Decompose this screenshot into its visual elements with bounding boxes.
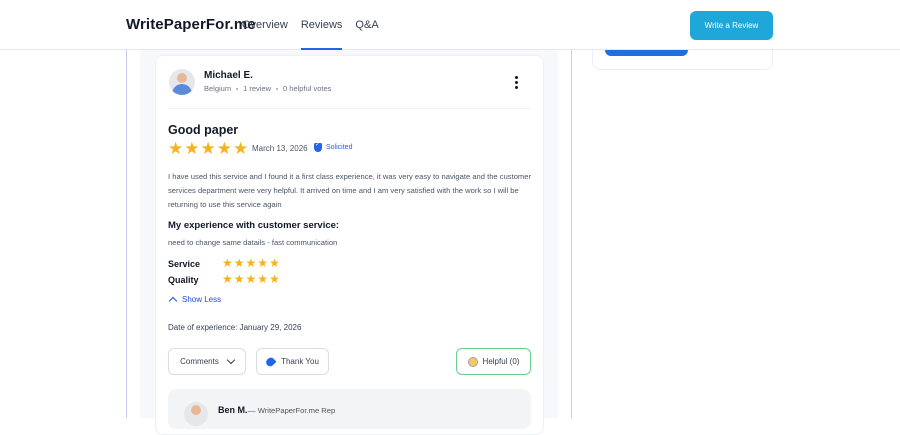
main-nav: Overview Reviews Q&A [242,19,392,50]
quality-rating-stars: ★ ★ ★ ★ ★ [222,272,280,286]
site-logo[interactable]: WritePaperFor.me [126,16,256,33]
heart-icon [264,355,277,368]
solicited-label: Solicited [326,144,353,151]
star-icon: ★ [168,139,184,159]
helpful-button[interactable]: Helpful (0) [456,348,531,375]
customer-service-title: My experience with customer service: [168,220,340,231]
reply-author-role: — WritePaperFor.me Rep [248,406,336,415]
customer-service-text: need to change same datails - fast commu… [168,238,338,247]
solicited-badge: Solicited [314,141,353,152]
separator-dot [236,87,239,90]
show-less-toggle[interactable]: Show Less [168,295,222,306]
reviewer-review-count: 1 review [243,84,272,93]
nav-overview[interactable]: Overview [242,19,288,50]
star-icon: ★ [257,256,269,270]
chevron-up-icon [168,296,178,306]
show-less-label: Show Less [182,295,222,304]
star-icon: ★ [269,256,280,270]
quality-rating-row: Quality ★ ★ ★ ★ ★ [168,272,280,286]
reviewer-meta: Belgium 1 review 0 helpful votes [204,84,331,93]
write-review-button[interactable]: Write a Review [690,11,773,40]
review-title: Good paper [168,123,239,137]
nav-qa[interactable]: Q&A [355,19,378,50]
review-date: March 13, 2026 [252,144,308,153]
comments-label: Comments [180,357,219,366]
star-icon: ★ [245,272,257,286]
column-divider-left [126,50,127,418]
thank-you-label: Thank You [281,357,319,366]
service-rating-row: Service ★ ★ ★ ★ ★ [168,256,280,270]
experience-date: Date of experience: January 29, 2026 [168,323,302,332]
top-header: WritePaperFor.me Overview Reviews Q&A Wr… [0,0,900,50]
shield-icon [314,141,322,152]
separator-dot [276,87,279,90]
reply-avatar [184,402,208,426]
comments-button[interactable]: Comments [168,348,246,375]
review-rating-stars: ★ ★ ★ ★ ★ [168,139,249,159]
quality-rating-label: Quality [168,274,199,285]
service-rating-stars: ★ ★ ★ ★ ★ [222,256,280,270]
more-options-icon[interactable] [507,73,525,91]
nav-reviews[interactable]: Reviews [300,19,342,50]
reviewer-name[interactable]: Michael E. [204,70,253,81]
star-icon: ★ [184,139,200,159]
reply-author-name: Ben M. [218,405,248,415]
star-icon: ★ [222,256,233,270]
column-divider-right [571,50,572,418]
reviewer-country: Belgium [204,84,232,93]
star-icon: ★ [257,272,269,286]
star-icon: ★ [245,256,257,270]
review-body: I have used this service and I found it … [168,172,531,209]
star-icon: ★ [216,139,232,159]
sidebar-action-button[interactable] [605,50,688,56]
star-icon: ★ [233,272,245,286]
card-divider [168,108,531,109]
helpful-label: Helpful (0) [482,357,520,366]
star-icon: ★ [269,272,280,286]
thank-you-button[interactable]: Thank You [256,348,329,375]
reviewer-avatar [169,69,195,95]
star-icon: ★ [200,139,216,159]
star-icon: ★ [233,139,249,159]
star-icon: ★ [233,256,245,270]
helpful-icon [467,356,478,367]
star-icon: ★ [222,272,233,286]
service-rating-label: Service [168,258,201,269]
chevron-down-icon [226,355,236,365]
reviewer-helpful-votes: 0 helpful votes [283,84,332,93]
